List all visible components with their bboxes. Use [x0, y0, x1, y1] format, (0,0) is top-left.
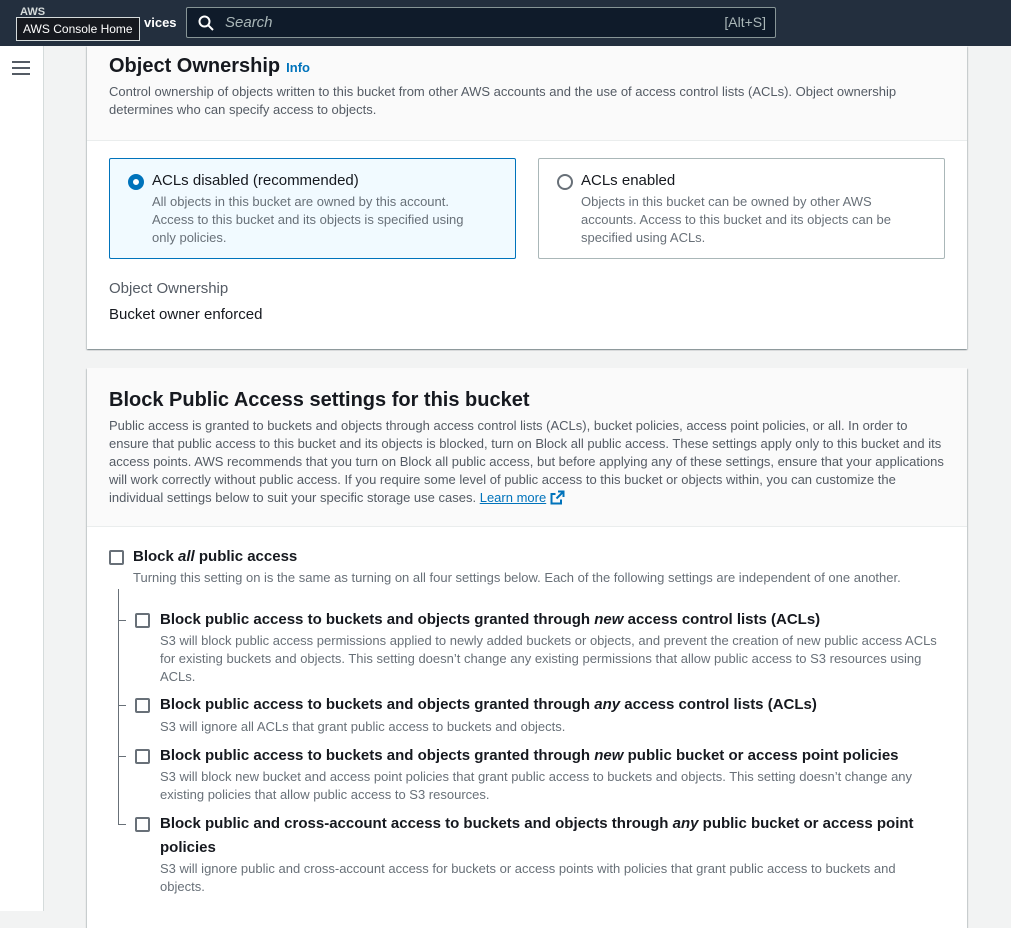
acls-disabled-radio[interactable] [128, 174, 144, 190]
block-public-access-header: Block Public Access settings for this bu… [87, 368, 967, 527]
tree-branch [118, 756, 126, 757]
block-any-acls-description: S3 will ignore all ACLs that grant publi… [160, 719, 566, 734]
console-home-tooltip: AWS Console Home [16, 17, 140, 41]
object-ownership-info-link[interactable]: Info [286, 60, 310, 75]
block-all-public-access-label[interactable]: Block all public access [133, 545, 297, 569]
acls-disabled-description: All objects in this bucket are owned by … [152, 194, 464, 245]
object-ownership-setting-label: Object Ownership [109, 280, 229, 297]
block-public-access-title: Block Public Access settings for this bu… [109, 389, 530, 411]
block-cross-account-description: S3 will ignore public and cross-account … [160, 861, 896, 894]
external-link-icon[interactable] [550, 490, 565, 505]
learn-more-link[interactable]: Learn more [480, 490, 546, 505]
object-ownership-panel: Object Ownership Info Control ownership o… [87, 46, 967, 349]
tree-branch [118, 705, 126, 706]
block-new-acls-description: S3 will block public access permissions … [160, 633, 937, 684]
block-cross-account-label[interactable]: Block public and cross-account access to… [160, 812, 920, 860]
search-input[interactable] [225, 9, 705, 36]
block-any-acls-label[interactable]: Block public access to buckets and objec… [160, 693, 817, 717]
block-any-acls-checkbox[interactable] [135, 698, 150, 713]
acls-enabled-radio[interactable] [557, 174, 573, 190]
block-all-public-access-description: Turning this setting on is the same as t… [133, 570, 901, 585]
block-new-policies-label[interactable]: Block public access to buckets and objec… [160, 744, 899, 768]
acls-disabled-title: ACLs disabled (recommended) [152, 172, 359, 189]
object-ownership-description: Control ownership of objects written to … [109, 84, 897, 117]
block-cross-account-checkbox[interactable] [135, 817, 150, 832]
services-menu-fragment[interactable]: vices [144, 15, 177, 30]
object-ownership-setting-value: Bucket owner enforced [109, 306, 263, 323]
top-navigation-bar: AWS vices [Alt+S] AWS Console Home [0, 0, 1011, 46]
side-navigation [0, 46, 44, 911]
acls-disabled-tile[interactable]: ACLs disabled (recommended) All objects … [109, 158, 516, 259]
search-icon [198, 15, 214, 31]
search-shortcut-hint: [Alt+S] [724, 14, 766, 30]
settings-tree-line [118, 589, 119, 825]
acls-enabled-title: ACLs enabled [581, 172, 676, 189]
block-public-access-panel: Block Public Access settings for this bu… [87, 368, 967, 928]
block-new-policies-description: S3 will block new bucket and access poin… [160, 769, 913, 802]
block-public-access-description: Public access is granted to buckets and … [109, 418, 944, 505]
object-ownership-title: Object Ownership [109, 55, 281, 77]
hamburger-menu-icon[interactable] [12, 61, 30, 75]
search-box[interactable]: [Alt+S] [186, 7, 776, 38]
block-new-acls-checkbox[interactable] [135, 613, 150, 628]
tree-branch [118, 824, 126, 825]
block-new-policies-checkbox[interactable] [135, 749, 150, 764]
block-all-public-access-checkbox[interactable] [109, 550, 124, 565]
acls-enabled-tile[interactable]: ACLs enabled Objects in this bucket can … [538, 158, 945, 259]
tree-branch [118, 620, 126, 621]
object-ownership-header: Object Ownership Info Control ownership o… [87, 46, 967, 141]
acls-enabled-description: Objects in this bucket can be owned by o… [581, 194, 892, 245]
block-new-acls-label[interactable]: Block public access to buckets and objec… [160, 608, 820, 632]
